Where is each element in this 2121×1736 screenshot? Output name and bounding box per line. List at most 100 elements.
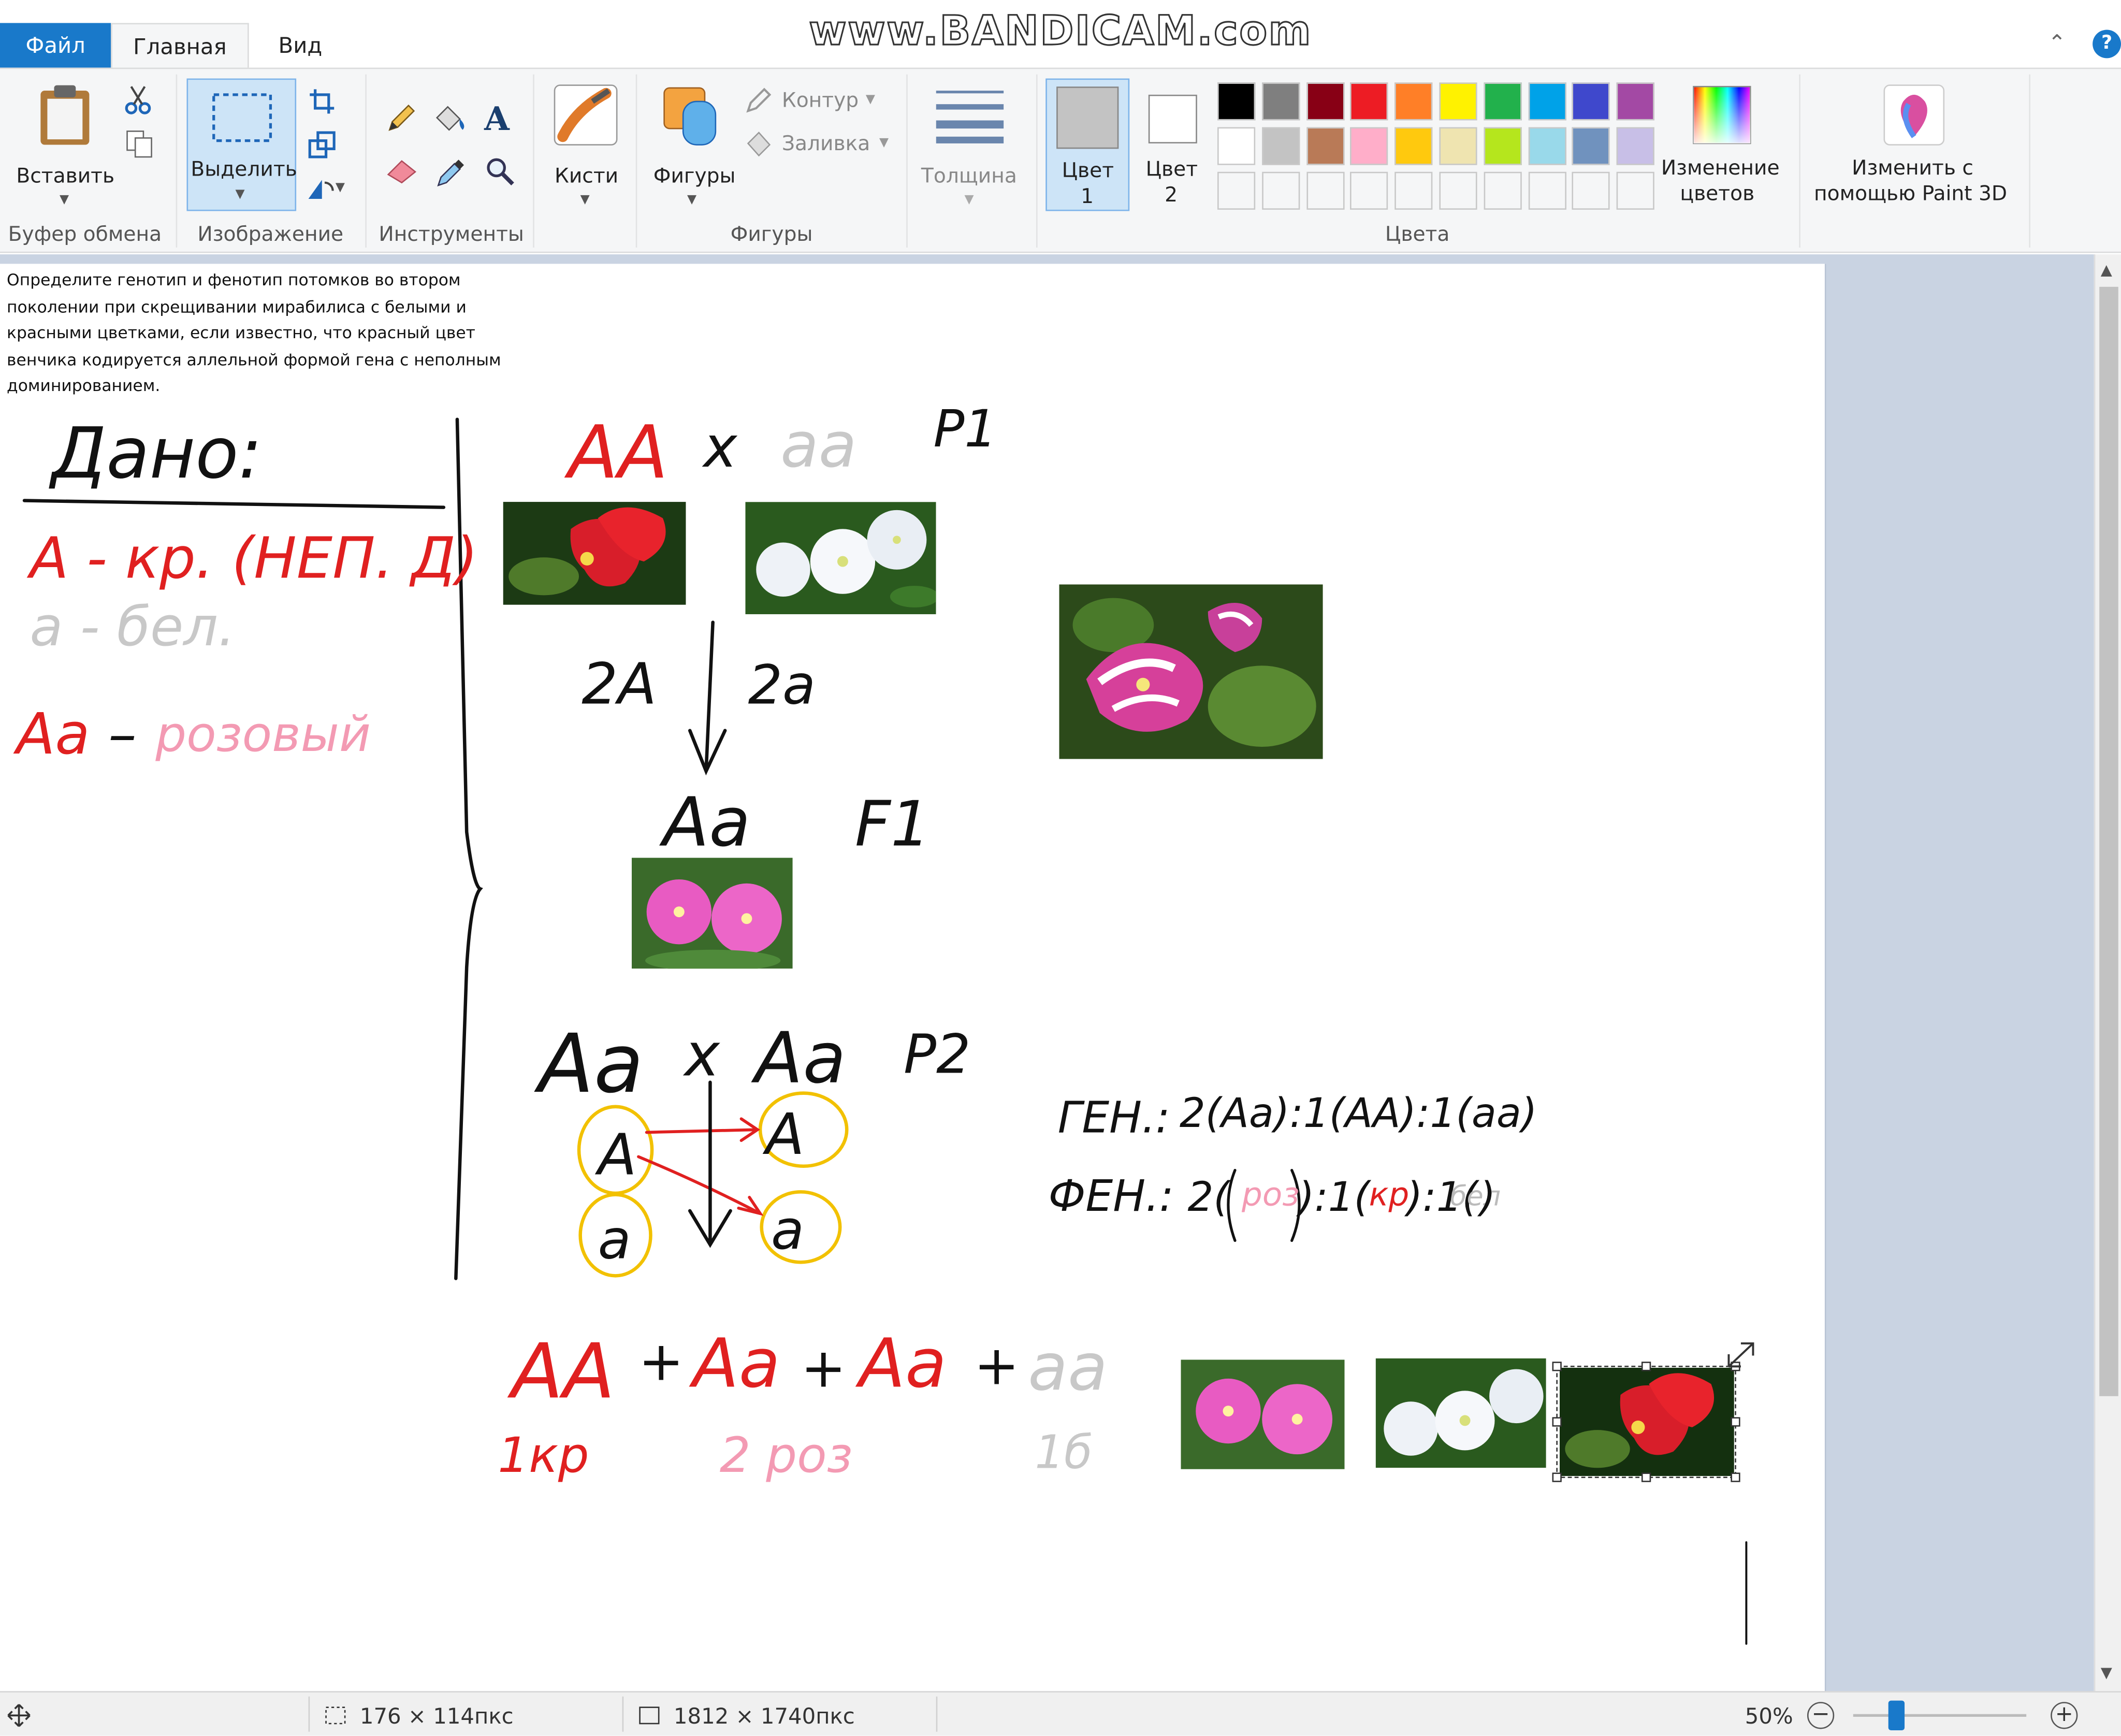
palette-swatch[interactable] [1617,127,1655,165]
hw-p1-left: АА [564,410,668,495]
palette-swatch[interactable] [1484,82,1522,121]
color1-swatch [1056,86,1119,149]
palette-empty-swatch[interactable] [1484,171,1522,210]
palette-swatch[interactable] [1439,82,1477,121]
palette-empty-swatch[interactable] [1350,171,1389,210]
thickness-button[interactable]: Толщина ▼ [914,77,1028,212]
vertical-scrollbar[interactable]: ▲ ▼ [2094,254,2121,1691]
color1-number: 1 [1081,184,1094,209]
hw-gen-label: ГЕН.: [1058,1092,1170,1142]
color1-label: Цвет [1062,158,1114,183]
hw-fen-end: ) [1477,1174,1496,1221]
thickness-label: Толщина [921,164,1017,189]
paste-button[interactable]: Вставить ▼ [11,77,119,212]
palette-swatch[interactable] [1217,127,1256,165]
hw-gamete-4: а [771,1198,804,1262]
palette-empty-swatch[interactable] [1572,171,1610,210]
palette-empty-swatch[interactable] [1394,171,1433,210]
palette-swatch[interactable] [1394,82,1433,121]
palette-swatch[interactable] [1261,127,1300,165]
palette-swatch[interactable] [1572,127,1610,165]
eraser-icon[interactable] [385,155,420,185]
palette-swatch[interactable] [1572,82,1610,121]
cut-icon[interactable] [124,85,151,115]
palette-empty-swatch[interactable] [1261,171,1300,210]
divider [1036,74,1038,248]
palette-swatch[interactable] [1528,82,1566,121]
copy-icon[interactable] [124,128,154,158]
shapes-icon [663,87,717,146]
resize-icon[interactable] [308,131,336,158]
zoom-in-icon[interactable]: + [2051,1702,2078,1729]
zoom-slider[interactable] [1853,1714,2027,1717]
crop-icon[interactable] [309,88,336,115]
collapse-ribbon-icon[interactable]: ⌃ [2048,30,2066,55]
text-tool-icon[interactable]: A [484,99,510,138]
cross-arrow-2 [637,1155,764,1216]
hw-p1-right: аа [780,409,856,482]
hw-gene-a-small: а - бел. [30,595,235,658]
hw-fen-roz: роз [1241,1176,1299,1213]
paint3d-button[interactable]: Изменить с помощью Paint 3D [1807,77,2021,212]
palette-swatch[interactable] [1439,127,1477,165]
down-arrow [688,1080,732,1248]
hw-fen-label: ФЕН.: [1048,1170,1173,1221]
palette-empty-swatch[interactable] [1439,171,1477,210]
brush-icon [554,84,618,146]
palette-empty-swatch[interactable] [1306,171,1344,210]
cross-arrow-1 [645,1117,761,1142]
handwriting-layer: Дано: А - кр. (НЕП. Д) а - бел. Аа – роз… [13,399,1754,1645]
hw-pink-word: розовый [155,706,371,763]
color2-label: Цвет [1145,157,1198,182]
shapes-button[interactable]: Фигуры ▼ [647,77,739,212]
palette-swatch[interactable] [1484,127,1522,165]
color1-button[interactable]: Цвет 1 [1045,78,1130,211]
help-icon[interactable]: ? [2093,30,2121,59]
brushes-dropdown-icon[interactable]: ▼ [580,194,590,207]
select-dropdown-icon[interactable]: ▼ [236,188,245,201]
palette-swatch[interactable] [1350,82,1389,121]
selection-size: 176 × 114пкс [359,1703,514,1729]
scrollbar-thumb[interactable] [2099,286,2118,1396]
palette-swatch[interactable] [1350,127,1389,165]
palette-swatch[interactable] [1217,82,1256,121]
outline-button[interactable]: Контур ▼ [744,85,893,118]
fill-shape-icon [747,132,771,157]
palette-empty-swatch[interactable] [1217,171,1256,210]
edit-colors-button[interactable]: Изменение цветов [1659,77,1786,212]
tab-file[interactable]: Файл [0,23,111,68]
paste-dropdown-icon[interactable]: ▼ [60,194,69,207]
magnifier-icon[interactable] [484,155,517,188]
tab-home[interactable]: Главная [111,23,249,68]
dano-underline [22,499,446,509]
palette-swatch[interactable] [1306,82,1344,121]
palette-swatch[interactable] [1261,82,1300,121]
edit-colors-label-2: цветов [1680,181,1755,206]
hw-f1-label: F1 [855,788,931,861]
palette-swatch[interactable] [1528,127,1566,165]
scroll-down-icon[interactable]: ▼ [2101,1664,2112,1682]
scroll-up-icon[interactable]: ▲ [2101,261,2112,279]
selection-box [1556,1366,1736,1478]
outline-icon [746,88,772,113]
pencil-icon[interactable] [385,102,418,134]
zoom-out-icon[interactable]: − [1807,1702,1835,1729]
fill-icon[interactable] [433,102,468,134]
palette-empty-swatch[interactable] [1617,171,1655,210]
color2-button[interactable]: Цвет 2 [1134,79,1212,211]
palette-swatch[interactable] [1306,127,1344,165]
zoom-slider-thumb[interactable] [1888,1700,1905,1731]
tab-view[interactable]: Вид [257,23,343,67]
fill-shape-button[interactable]: Заливка ▼ [744,128,893,161]
palette-empty-swatch[interactable] [1528,171,1566,210]
rotate-icon[interactable]: ▼ [306,175,346,201]
select-button[interactable]: Выделить ▼ [186,78,297,211]
palette-swatch[interactable] [1394,127,1433,165]
outline-dropdown-icon: ▼ [865,93,875,107]
color-picker-icon[interactable] [435,155,468,188]
thickness-icon [936,91,1004,143]
brushes-button[interactable]: Кисти ▼ [541,77,630,212]
shapes-dropdown-icon[interactable]: ▼ [687,194,696,207]
resize-cursor-icon [1727,1342,1754,1368]
palette-swatch[interactable] [1617,82,1655,121]
